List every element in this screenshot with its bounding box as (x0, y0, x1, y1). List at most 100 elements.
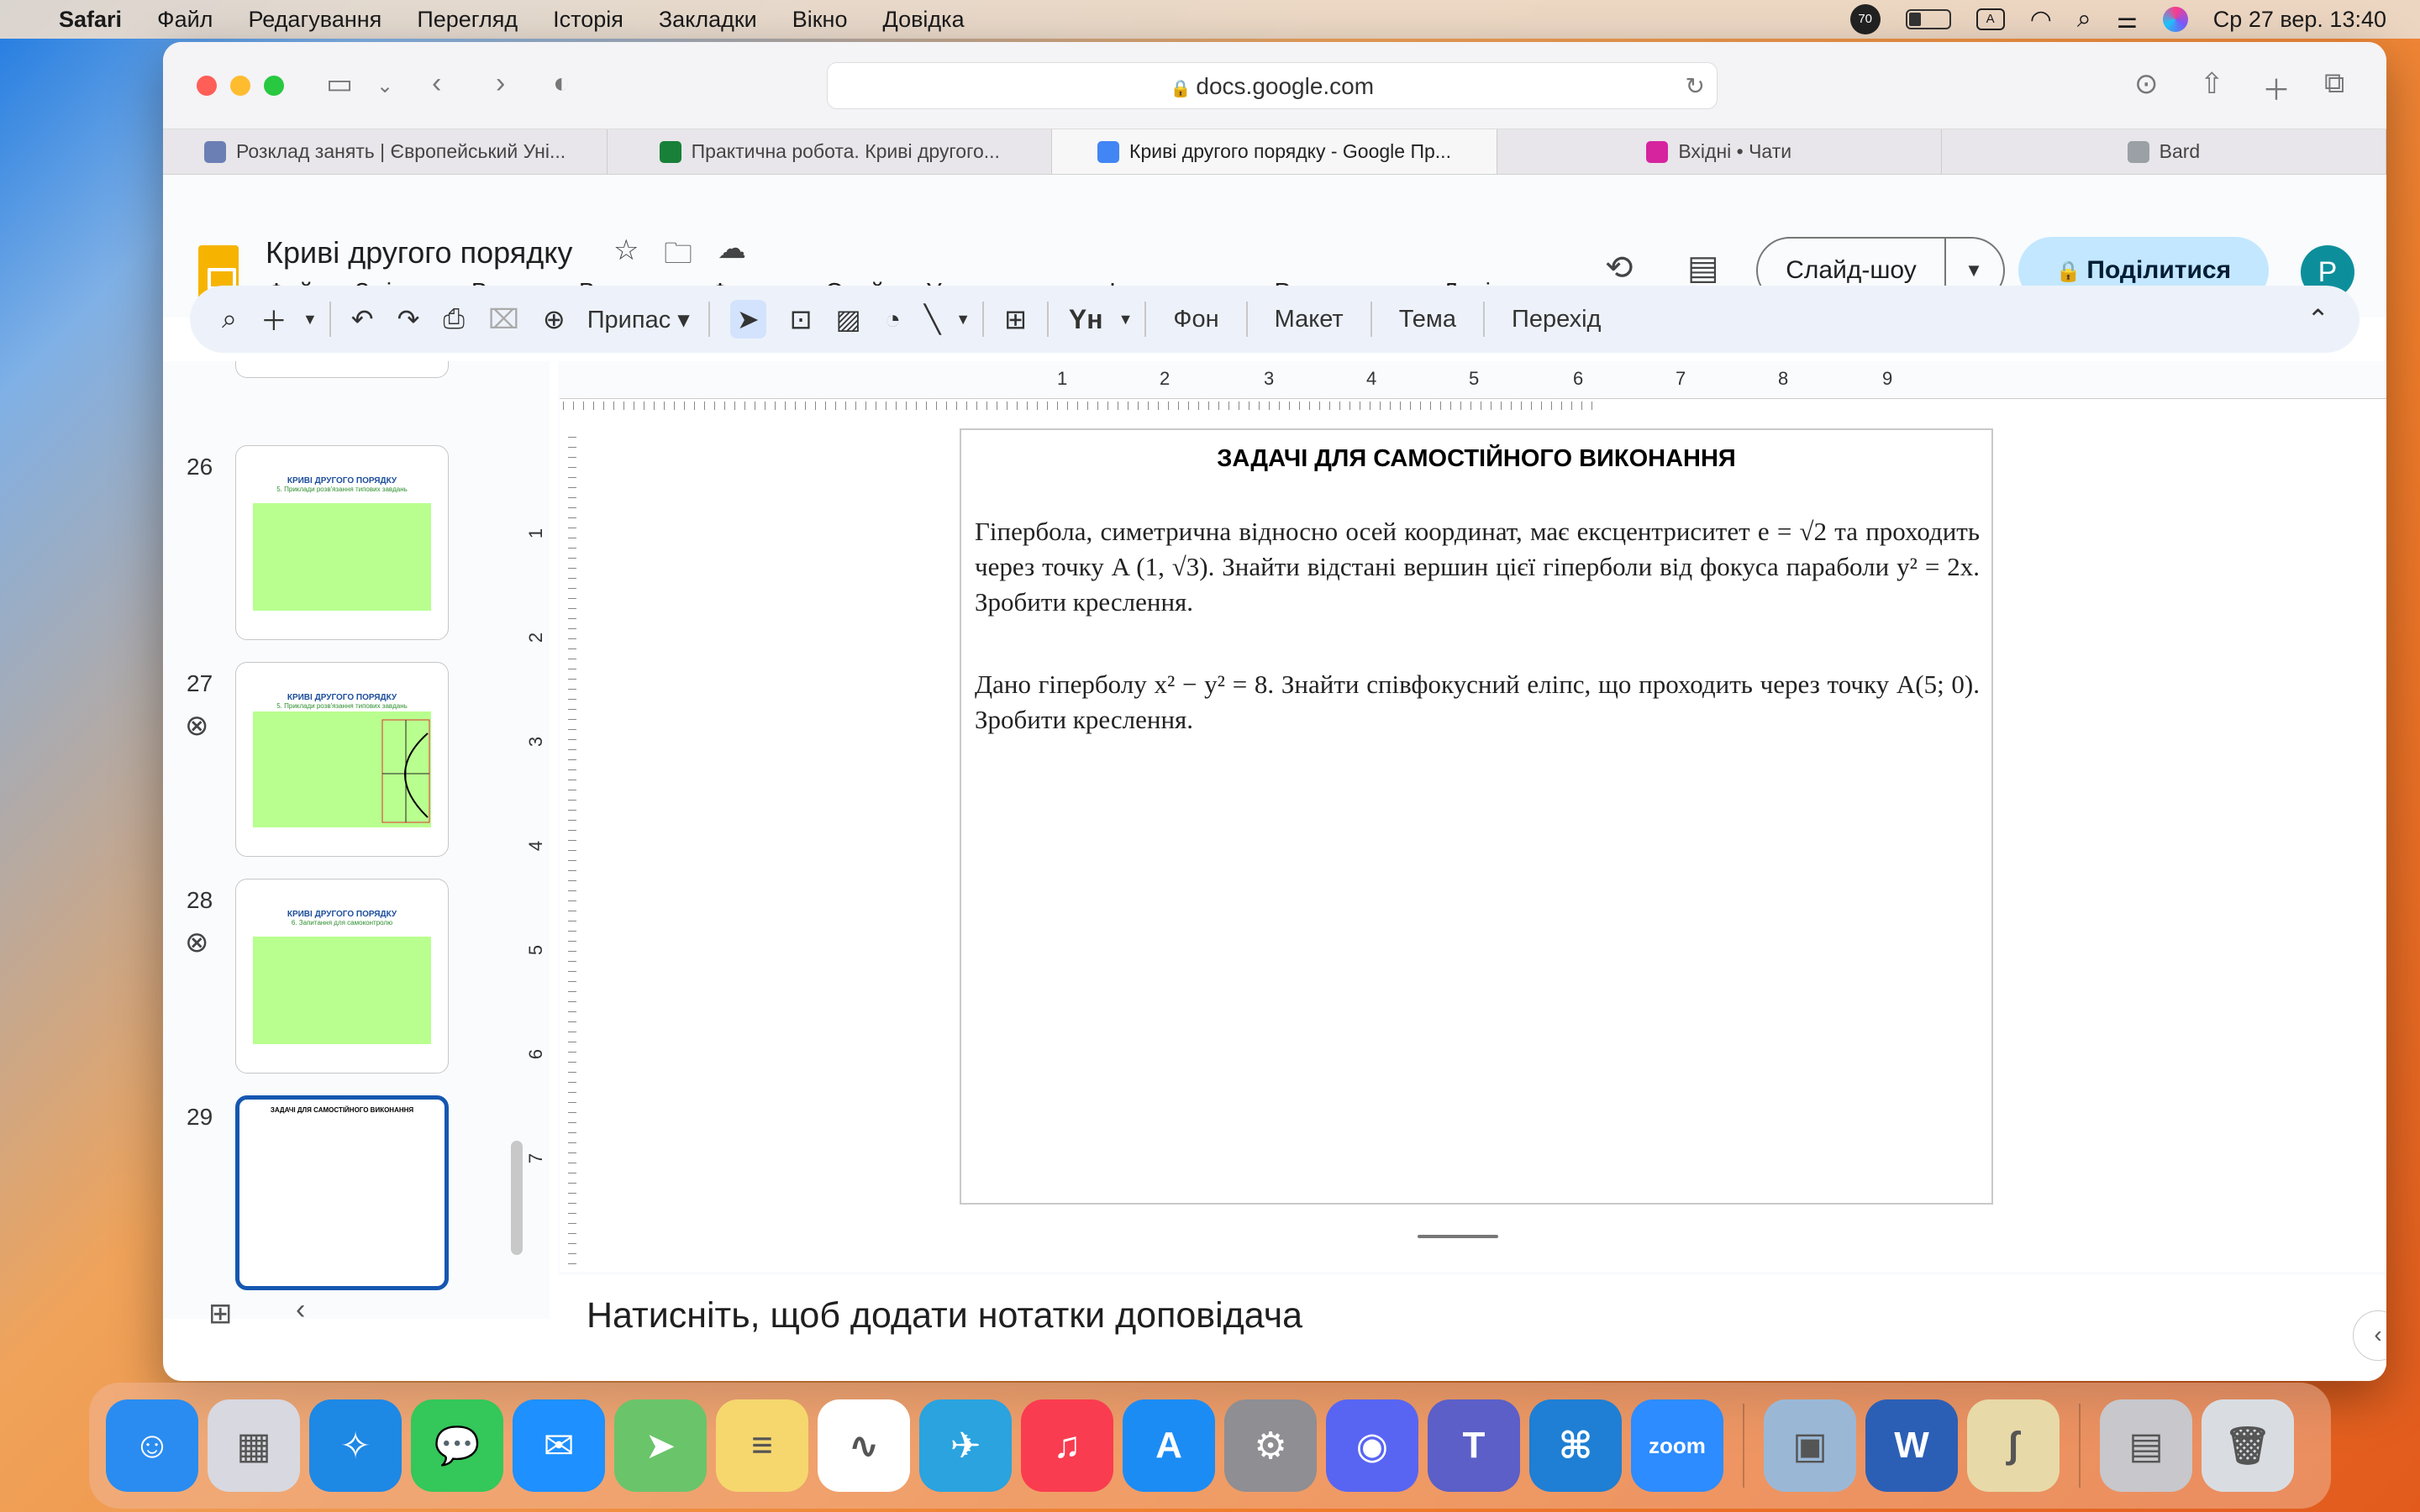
menubar-item-edit[interactable]: Редагування (248, 7, 381, 33)
share-icon[interactable]: ⇧ (2200, 67, 2224, 101)
tab-overview-icon[interactable]: ⧉ (2324, 67, 2344, 100)
new-slide-dropdown-icon[interactable]: ▼ (302, 311, 318, 328)
dock-trash-icon[interactable]: 🗑 (2202, 1399, 2294, 1492)
dock-freeform-icon[interactable]: ∿ (818, 1399, 910, 1492)
insert-image-icon[interactable]: ▨ (835, 303, 860, 335)
tab-schedule[interactable]: Розклад занять | Європейський Уні... (163, 129, 608, 174)
menubar-item-window[interactable]: Вікно (792, 7, 848, 33)
slide-problem-2[interactable]: Дано гіперболу x² − y² = 8. Знайти співф… (975, 667, 1980, 738)
dock-vscode-icon[interactable]: ⌘ (1529, 1399, 1622, 1492)
filmstrip-scrollbar[interactable] (511, 1141, 523, 1255)
siri-icon[interactable] (2162, 7, 2188, 32)
comments-icon[interactable]: ▤ (1687, 249, 1719, 287)
dock-teams-icon[interactable]: T (1428, 1399, 1520, 1492)
slide-thumbnail[interactable]: КРИВІ ДРУГОГО ПОРЯДКУ 5. Приклади розв'я… (235, 445, 449, 640)
line-dropdown-icon[interactable]: ▼ (955, 311, 971, 328)
shape-icon[interactable]: ◔ (885, 304, 901, 335)
grid-view-icon[interactable]: ⊞ (208, 1297, 233, 1331)
version-history-icon[interactable]: ⟲ (1605, 249, 1634, 287)
reload-icon[interactable]: ↻ (1686, 63, 1705, 110)
select-cursor-icon[interactable]: ➤ (729, 300, 766, 339)
menubar-item-history[interactable]: Історія (553, 7, 623, 33)
link-icon[interactable]: ⊗ (185, 926, 209, 959)
link-icon[interactable]: ⊗ (185, 709, 209, 743)
collapse-menus-icon[interactable]: ⌃ (2307, 303, 2329, 335)
dock-preview-icon[interactable]: ▣ (1764, 1399, 1856, 1492)
dock-maps-icon[interactable]: ➤ (614, 1399, 707, 1492)
dock-mail-icon[interactable]: ✉ (513, 1399, 605, 1492)
battery-icon[interactable] (1905, 9, 1951, 29)
status-badge-icon[interactable]: 70 (1849, 4, 1881, 34)
dock-finder-icon[interactable]: ☺ (106, 1399, 198, 1492)
slide-thumbnail[interactable]: КРИВІ ДРУГОГО ПОРЯДКУ 5. Приклади розв'я… (235, 662, 449, 857)
tab-instagram-inbox[interactable]: Вхідні • Чати (1497, 129, 1942, 174)
menubar-item-bookmarks[interactable]: Закладки (659, 7, 757, 33)
address-bar[interactable]: 🔒 docs.google.com ↻ (827, 62, 1718, 109)
tab-google-slides[interactable]: Криві другого порядку - Google Пр... (1052, 129, 1497, 174)
zoom-fit-dropdown[interactable]: Припас ▾ (587, 305, 690, 334)
dock-app-store-icon[interactable]: A (1123, 1399, 1215, 1492)
input-tools-icon[interactable]: Yн (1069, 304, 1103, 335)
slide-title[interactable]: ЗАДАЧІ ДЛЯ САМОСТІЙНОГО ВИКОНАННЯ (961, 445, 1991, 473)
dock-zoom-icon[interactable]: zoom (1631, 1399, 1723, 1492)
slide-thumbnail-partial[interactable] (235, 361, 449, 378)
dock-launchpad-icon[interactable]: ▦ (208, 1399, 300, 1492)
star-icon[interactable]: ☆ (613, 234, 639, 267)
zoom-window-button[interactable] (264, 76, 284, 96)
back-icon[interactable]: ‹ (432, 67, 441, 100)
line-icon[interactable]: ╲ (924, 303, 940, 335)
dock-music-icon[interactable]: ♫ (1021, 1399, 1113, 1492)
dock-archive-utility-icon[interactable]: ▤ (2100, 1399, 2192, 1492)
new-tab-icon[interactable]: ＋ (2262, 67, 2291, 108)
menubar-item-help[interactable]: Довідка (882, 7, 964, 33)
clock-datetime[interactable]: Ср 27 вер. 13:40 (2213, 7, 2386, 33)
move-folder-icon[interactable]: 🗀 (664, 234, 692, 281)
vertical-ruler[interactable] (560, 437, 576, 1268)
menubar-item-view[interactable]: Перегляд (417, 7, 518, 33)
control-center-icon[interactable]: ⚌ (2117, 6, 2138, 34)
speaker-notes-placeholder[interactable]: Натисніть, щоб додати нотатки доповідача (587, 1295, 1302, 1336)
slide-thumbnail-selected[interactable]: ЗАДАЧІ ДЛЯ САМОСТІЙНОГО ВИКОНАННЯ (235, 1095, 449, 1290)
undo-icon[interactable]: ↶ (351, 303, 374, 335)
current-slide[interactable]: ЗАДАЧІ ДЛЯ САМОСТІЙНОГО ВИКОНАННЯ Гіперб… (960, 428, 1993, 1205)
tab-practical-work[interactable]: Практична робота. Криві другого... (608, 129, 1053, 174)
search-icon[interactable]: ⌕ (2077, 5, 2091, 34)
paint-format-icon[interactable]: ⌧ (488, 303, 519, 335)
sidebar-toggle-icon[interactable]: ▭ (326, 67, 353, 101)
layout-button[interactable]: Макет (1275, 306, 1344, 333)
dock-system-settings-icon[interactable]: ⚙ (1224, 1399, 1317, 1492)
slide-thumbnail[interactable]: КРИВІ ДРУГОГО ПОРЯДКУ 6. Запитання для с… (235, 879, 449, 1074)
text-box-icon[interactable]: ⊡ (790, 303, 813, 335)
forward-icon[interactable]: › (496, 67, 505, 100)
dock-telegram-icon[interactable]: ✈ (919, 1399, 1012, 1492)
slide-problem-1[interactable]: Гіпербола, симетрична відносно осей коор… (975, 514, 1980, 620)
cloud-saved-icon[interactable]: ☁ (718, 232, 746, 265)
theme-button[interactable]: Тема (1399, 306, 1456, 333)
minimize-window-button[interactable] (230, 76, 250, 96)
add-comment-icon[interactable]: ⊞ (1004, 303, 1027, 335)
dock-notes-icon[interactable]: ≡ (716, 1399, 808, 1492)
menubar-app-name[interactable]: Safari (59, 7, 122, 33)
dock-discord-icon[interactable]: ◉ (1326, 1399, 1418, 1492)
input-source-icon[interactable]: A (1975, 8, 2005, 30)
print-icon[interactable]: ⎙ (443, 303, 465, 335)
wifi-icon[interactable]: ◠ (2030, 5, 2052, 34)
downloads-icon[interactable]: ⊙ (2134, 67, 2159, 101)
background-button[interactable]: Фон (1173, 306, 1218, 333)
dock-messages-icon[interactable]: 💬 (411, 1399, 503, 1492)
document-title[interactable]: Криві другого порядку (266, 235, 572, 270)
chevron-down-icon[interactable]: ⌄ (376, 74, 393, 98)
horizontal-ruler[interactable] (563, 386, 1597, 410)
dock-safari-icon[interactable]: ✧ (309, 1399, 402, 1492)
collapse-filmstrip-icon[interactable]: ‹ (296, 1294, 305, 1326)
dock-word-icon[interactable]: W (1865, 1399, 1958, 1492)
menubar-item-file[interactable]: Файл (157, 7, 213, 33)
dock-grapher-icon[interactable]: ∫ (1967, 1399, 2060, 1492)
zoom-icon[interactable]: ⊕ (543, 303, 566, 335)
search-menus-icon[interactable]: ⌕ (222, 303, 237, 335)
transition-button[interactable]: Перехід (1512, 306, 1601, 333)
close-window-button[interactable] (197, 76, 217, 96)
tab-bard[interactable]: Bard (1942, 129, 2386, 174)
notes-resize-handle[interactable] (1418, 1235, 1498, 1238)
new-slide-icon[interactable]: ＋ (260, 300, 287, 339)
